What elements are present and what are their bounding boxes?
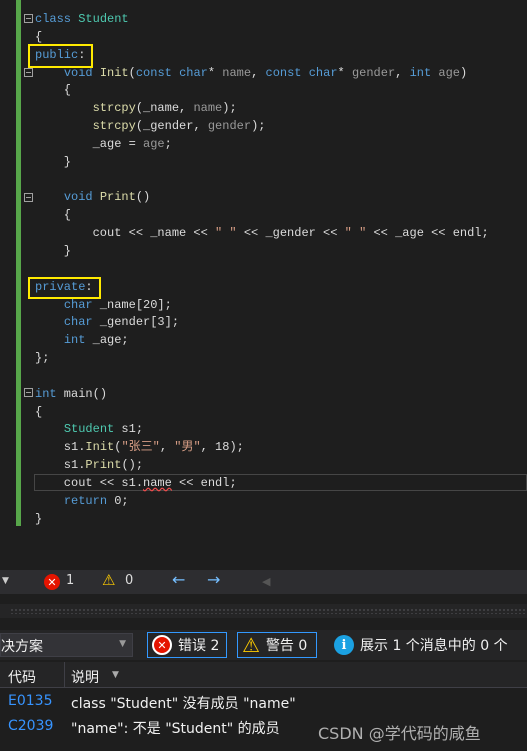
- fold-toggle-icon[interactable]: [24, 14, 33, 23]
- errors-label: 错误 2: [178, 638, 220, 654]
- error-description: class "Student" 没有成员 "name": [71, 696, 296, 712]
- column-header-description[interactable]: 说明: [71, 667, 99, 687]
- fold-toggle-icon[interactable]: [24, 193, 33, 202]
- highlight-box-public: [28, 44, 93, 68]
- code-line: strcpy(_gender, gender);: [92, 119, 266, 134]
- arrow-left-icon[interactable]: ←: [172, 570, 185, 589]
- code-line: Student s1;: [63, 422, 144, 437]
- code-text: class Student { public: void Init(const ch…: [35, 11, 489, 528]
- error-count[interactable]: 1: [66, 573, 74, 588]
- messages-label: 展示 1 个消息中的 0 个: [360, 638, 508, 654]
- code-line: cout << s1.name << endl;: [35, 475, 237, 490]
- messages-filter-button[interactable]: i 展示 1 个消息中的 0 个: [329, 632, 513, 658]
- error-code[interactable]: C2039: [8, 718, 53, 734]
- code-line: return 0;: [63, 493, 129, 508]
- error-list-header: 代码 说明 ▼: [0, 662, 527, 688]
- code-line: s1.Init("张三", "男", 18);: [35, 440, 244, 455]
- error-description: "name": 不是 "Student" 的成员: [71, 721, 280, 737]
- warning-icon[interactable]: ⚠: [102, 571, 115, 589]
- errors-filter-button[interactable]: ✕ 错误 2: [147, 632, 227, 658]
- code-line: {: [35, 83, 72, 98]
- info-icon: i: [334, 635, 354, 655]
- code-line: void Init(const char* name, const char* …: [63, 65, 468, 80]
- code-line: {: [35, 29, 43, 44]
- column-header-code[interactable]: 代码: [8, 667, 36, 687]
- scope-dropdown[interactable]: 决方案 ▼: [0, 633, 133, 657]
- code-line: cout << _name << " " << _gender << " " <…: [35, 226, 489, 241]
- warning-icon: ⚠: [242, 633, 260, 657]
- code-line: int main(): [35, 386, 108, 401]
- code-line: s1.Print();: [35, 458, 144, 473]
- error-row[interactable]: E0135 class "Student" 没有成员 "name": [0, 689, 527, 714]
- scope-value: 决方案: [1, 639, 43, 655]
- code-line: void Print(): [63, 190, 151, 205]
- arrow-right-icon[interactable]: →: [207, 570, 220, 589]
- code-line: char _gender[3];: [63, 315, 180, 330]
- fold-toggle-icon[interactable]: [24, 68, 33, 77]
- code-line: public:: [35, 47, 86, 62]
- error-icon: ✕: [152, 635, 172, 655]
- code-line: {: [35, 404, 43, 419]
- code-editor[interactable]: class Student { public: void Init(const ch…: [0, 0, 527, 560]
- code-line: char _name[20];: [63, 297, 172, 312]
- scroll-left-icon[interactable]: ◀: [262, 575, 270, 588]
- code-line: private:: [35, 279, 93, 294]
- sort-arrow-icon[interactable]: ▼: [112, 670, 119, 680]
- editor-status-toolbar: ▼ ✕ 1 ⚠ 0 ← → ◀: [0, 570, 527, 594]
- code-line: int _age;: [63, 333, 129, 348]
- code-line: {: [35, 208, 72, 223]
- warning-count[interactable]: 0: [125, 573, 133, 588]
- code-line: }: [35, 154, 72, 169]
- code-line: }: [35, 243, 72, 258]
- code-line: class Student: [35, 12, 129, 26]
- highlight-box-private: [28, 277, 101, 299]
- code-line: };: [35, 351, 50, 366]
- warnings-filter-button[interactable]: ⚠ 警告 0: [237, 632, 317, 658]
- dropdown-arrow-icon[interactable]: ▼: [2, 576, 9, 586]
- error-icon[interactable]: ✕: [44, 574, 60, 590]
- watermark: CSDN @学代码的咸鱼: [318, 724, 481, 743]
- fold-toggle-icon[interactable]: [24, 388, 33, 397]
- code-line: _age = age;: [35, 136, 172, 151]
- error-list-toolbar: 决方案 ▼ ✕ 错误 2 ⚠ 警告 0 i 展示 1 个消息中的 0 个: [0, 630, 527, 660]
- chevron-down-icon: ▼: [119, 639, 126, 649]
- error-code[interactable]: E0135: [8, 693, 52, 709]
- code-line: strcpy(_name, name);: [92, 101, 237, 116]
- change-indicator-bar: [16, 0, 21, 526]
- code-line: }: [35, 511, 43, 526]
- panel-grip[interactable]: [0, 604, 527, 618]
- warnings-label: 警告 0: [265, 638, 308, 654]
